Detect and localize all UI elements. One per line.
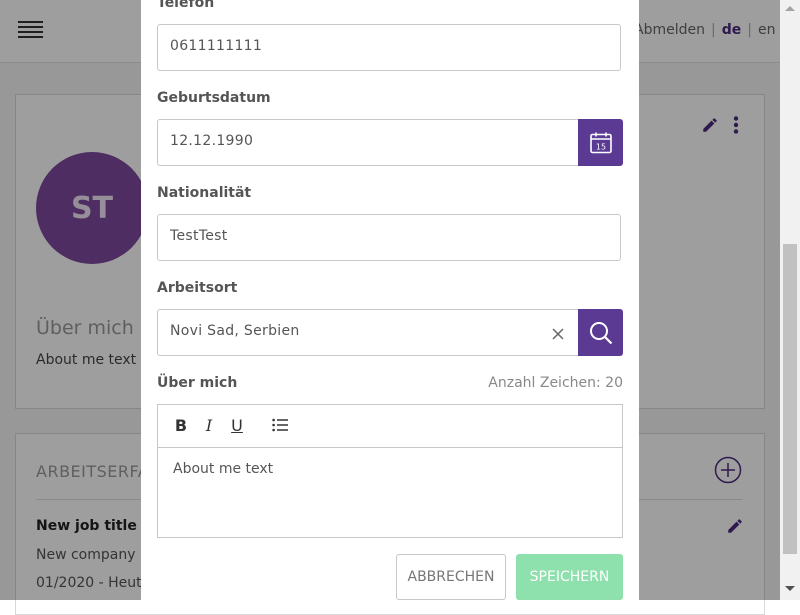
clear-icon[interactable]	[551, 326, 565, 340]
save-button[interactable]: SPEICHERN	[516, 554, 623, 600]
nationality-field[interactable]: TestTest	[157, 214, 621, 261]
calendar-button[interactable]: 15	[578, 119, 623, 166]
bold-button[interactable]: B	[171, 415, 191, 435]
edit-profile-modal: Telefon 0611111111 Geburtsdatum 12.12.19…	[141, 0, 639, 600]
underline-button[interactable]: U	[227, 415, 247, 435]
birthdate-value: 12.12.1990	[170, 133, 254, 149]
calendar-icon: 15	[589, 132, 612, 153]
svg-text:15: 15	[595, 142, 605, 151]
search-icon	[589, 321, 612, 344]
birthdate-field[interactable]: 12.12.1990	[157, 119, 579, 166]
phone-field[interactable]: 0611111111	[157, 24, 621, 71]
location-search-button[interactable]	[578, 309, 623, 356]
nationality-value: TestTest	[170, 228, 228, 244]
phone-value: 0611111111	[170, 38, 263, 54]
bullet-list-icon[interactable]	[270, 415, 290, 435]
page-scrollbar[interactable]	[780, 0, 800, 600]
italic-button[interactable]: I	[199, 415, 219, 435]
nationality-label: Nationalität	[157, 185, 252, 201]
scroll-up-arrow-icon[interactable]	[785, 6, 795, 11]
editor-content[interactable]: About me text	[173, 461, 273, 477]
about-label: Über mich	[157, 375, 238, 391]
cancel-button[interactable]: ABBRECHEN	[396, 554, 506, 600]
rich-text-editor[interactable]: B I U About me text	[157, 404, 623, 538]
editor-toolbar: B I U	[158, 405, 622, 448]
phone-label: Telefon	[157, 0, 215, 11]
birthdate-label: Geburtsdatum	[157, 90, 271, 106]
workplace-label: Arbeitsort	[157, 280, 238, 296]
scroll-thumb[interactable]	[783, 244, 797, 554]
scroll-down-arrow-icon[interactable]	[785, 586, 795, 591]
workplace-field[interactable]: Novi Sad, Serbien	[157, 309, 579, 356]
workplace-value: Novi Sad, Serbien	[170, 323, 300, 339]
character-counter: Anzahl Zeichen: 20	[488, 375, 623, 391]
